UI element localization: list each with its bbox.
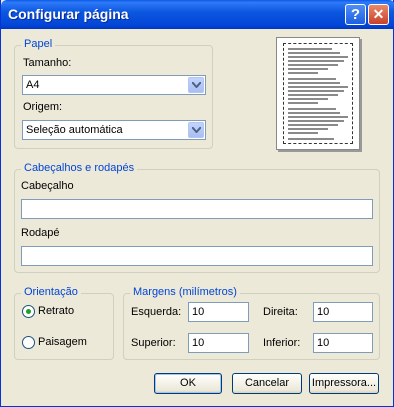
headers-footers-legend: Cabeçalhos e rodapés bbox=[21, 162, 138, 174]
margin-bottom-label: Inferior: bbox=[263, 337, 301, 349]
landscape-radio[interactable] bbox=[22, 336, 35, 349]
source-select[interactable]: Seleção automática bbox=[22, 120, 206, 140]
window-title: Configurar página bbox=[8, 6, 129, 22]
help-icon[interactable]: ? bbox=[345, 4, 366, 25]
paper-legend: Papel bbox=[21, 38, 56, 50]
margins-legend: Margens (milímetros) bbox=[130, 286, 240, 298]
portrait-radio[interactable] bbox=[22, 305, 35, 318]
page-setup-dialog: Configurar página ? ✕ Papel Tamanho: A4 … bbox=[0, 0, 394, 407]
page-preview-margins bbox=[283, 43, 353, 144]
margin-right-label: Direita: bbox=[263, 306, 298, 318]
ok-button[interactable]: OK bbox=[154, 373, 222, 394]
header-input[interactable] bbox=[21, 199, 373, 219]
cancel-button[interactable]: Cancelar bbox=[232, 373, 302, 394]
footer-input[interactable] bbox=[21, 246, 373, 266]
chevron-down-icon[interactable] bbox=[188, 77, 204, 93]
margin-top-input[interactable]: 10 bbox=[188, 333, 249, 353]
margin-bottom-input[interactable]: 10 bbox=[313, 333, 373, 353]
margin-top-label: Superior: bbox=[131, 337, 176, 349]
margin-left-label: Esquerda: bbox=[131, 306, 182, 318]
landscape-label[interactable]: Paisagem bbox=[38, 336, 87, 348]
size-label: Tamanho: bbox=[23, 57, 72, 69]
margin-right-input[interactable]: 10 bbox=[313, 302, 373, 322]
source-label: Origem: bbox=[23, 101, 63, 113]
printer-button[interactable]: Impressora... bbox=[309, 373, 379, 394]
chevron-down-icon[interactable] bbox=[188, 122, 204, 138]
size-select[interactable]: A4 bbox=[22, 75, 206, 95]
source-value: Seleção automática bbox=[26, 124, 123, 136]
title-bar[interactable]: Configurar página ? ✕ bbox=[1, 0, 394, 29]
footer-label: Rodapé bbox=[21, 227, 60, 239]
orientation-legend: Orientação bbox=[21, 286, 81, 298]
close-icon[interactable]: ✕ bbox=[368, 4, 389, 25]
size-value: A4 bbox=[26, 79, 40, 91]
orientation-group: Orientação bbox=[14, 286, 114, 360]
margin-left-input[interactable]: 10 bbox=[188, 302, 249, 322]
header-label: Cabeçalho bbox=[21, 180, 74, 192]
portrait-label[interactable]: Retrato bbox=[38, 305, 74, 317]
page-preview bbox=[276, 37, 360, 150]
